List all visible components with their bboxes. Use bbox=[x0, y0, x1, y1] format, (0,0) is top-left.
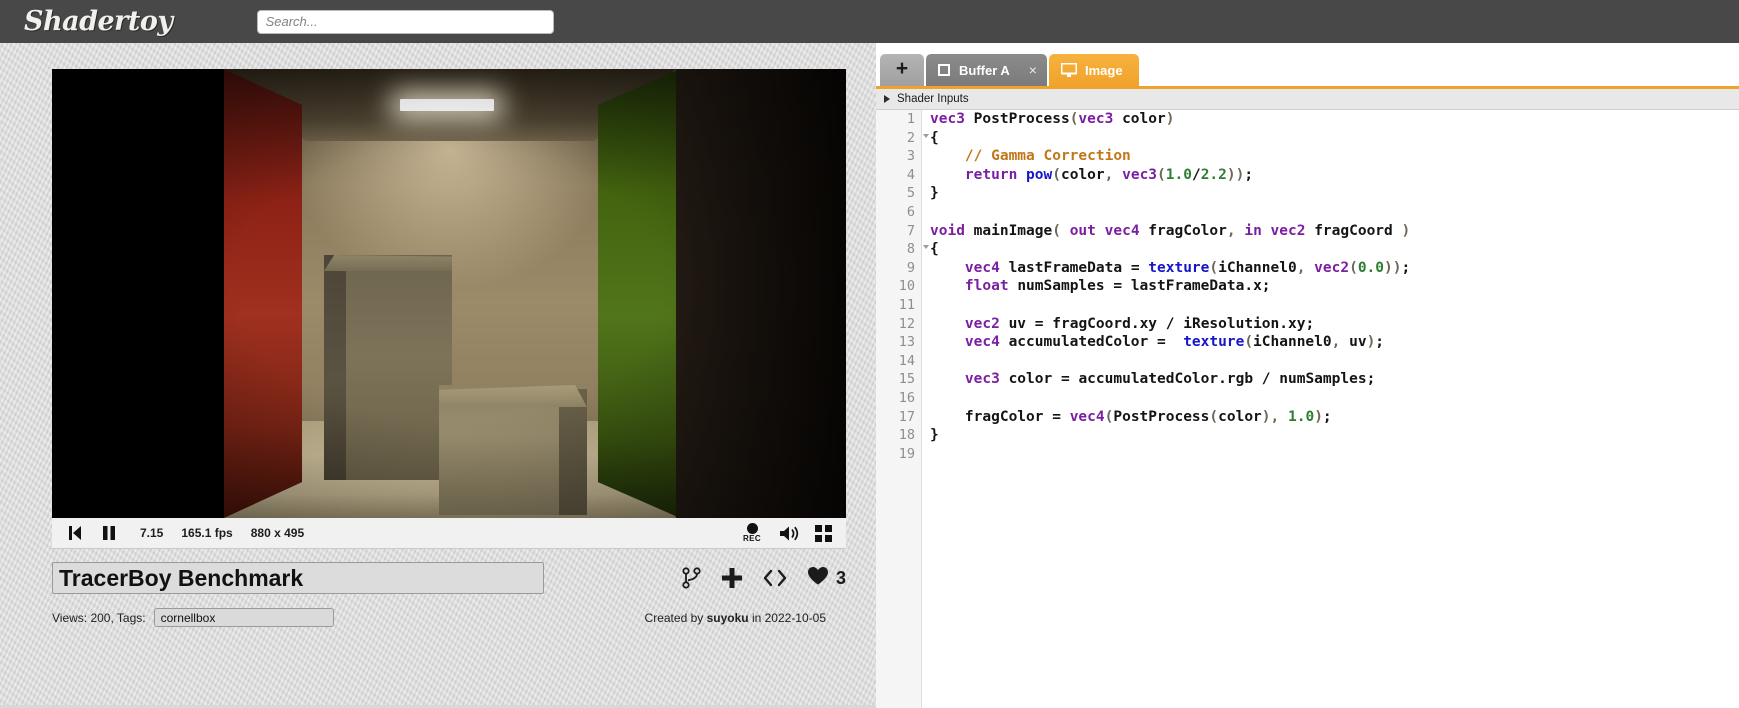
line-number: 4 bbox=[906, 166, 915, 183]
tab-image-label: Image bbox=[1084, 62, 1123, 78]
line-number: 10 bbox=[898, 278, 915, 295]
cornell-box-render bbox=[52, 69, 846, 518]
code-line: vec4 accumulatedColor = texture(iChannel… bbox=[964, 334, 1385, 351]
shadertoy-logo[interactable]: Shadertoy bbox=[24, 6, 173, 37]
plus-icon[interactable] bbox=[721, 567, 743, 589]
shader-panel: 7.15 165.1 fps 880 x 495 REC TracerBoy B… bbox=[52, 69, 846, 627]
line-number: 7 bbox=[906, 222, 915, 239]
shader-inputs-label: Shader Inputs bbox=[897, 93, 969, 105]
line-number: 19 bbox=[898, 445, 915, 462]
code-brackets-icon[interactable] bbox=[763, 568, 787, 588]
title-row: 3 bbox=[52, 562, 846, 594]
fold-triangle-icon[interactable] bbox=[923, 133, 929, 138]
code-line: vec3 PostProcess(vec3 color) bbox=[930, 111, 1175, 127]
editor-panel: + Buffer A × Image Shader Inputs 1 2 3 4… bbox=[876, 43, 1739, 708]
tag-input[interactable] bbox=[153, 608, 334, 627]
shader-canvas[interactable] bbox=[52, 69, 846, 518]
editor-tabstrip: + Buffer A × Image bbox=[876, 43, 1739, 86]
line-number: 13 bbox=[898, 334, 915, 351]
record-label: REC bbox=[742, 534, 762, 543]
shader-title-input[interactable] bbox=[52, 562, 544, 594]
line-number: 6 bbox=[906, 203, 915, 220]
code-line: { bbox=[930, 241, 939, 258]
shader-actions: 3 bbox=[682, 566, 846, 591]
close-icon[interactable]: × bbox=[1029, 62, 1037, 78]
fullscreen-icon[interactable] bbox=[806, 524, 840, 542]
line-number: 2 bbox=[876, 129, 929, 148]
author-credit: Created by suyoku in 2022-10-05 bbox=[645, 611, 846, 625]
code-line: } bbox=[930, 185, 939, 202]
line-number: 9 bbox=[906, 259, 915, 276]
line-number: 14 bbox=[898, 352, 915, 369]
code-line: { bbox=[930, 129, 939, 146]
monitor-icon bbox=[1060, 62, 1077, 78]
search-container bbox=[256, 9, 554, 34]
tab-image[interactable]: Image bbox=[1048, 54, 1139, 86]
code-line: return pow(color, vec3(1.0/2.2)); bbox=[964, 166, 1254, 183]
fork-icon[interactable] bbox=[682, 567, 701, 589]
square-icon bbox=[938, 64, 950, 76]
author-name[interactable]: suyoku bbox=[707, 611, 749, 625]
credit-suffix: in 2022-10-05 bbox=[748, 610, 826, 625]
line-number-gutter: 1 2 3 4 5 6 7 8 9 10 11 12 13 14 15 16 17 18 19 bbox=[876, 110, 929, 708]
tab-buffer-a[interactable]: Buffer A × bbox=[926, 54, 1047, 86]
code-line: vec3 color = accumulatedColor.rgb / numS… bbox=[964, 371, 1376, 388]
resolution-readout: 880 x 495 bbox=[250, 526, 305, 540]
record-dot-icon bbox=[746, 523, 758, 534]
add-tab-button[interactable]: + bbox=[880, 54, 924, 86]
code-line: vec2 uv = fragCoord.xy / iResolution.xy; bbox=[964, 315, 1315, 332]
skip-back-icon[interactable] bbox=[62, 521, 88, 545]
code-content: vec3 PostProcess(vec3 color) { // Gamma C… bbox=[930, 110, 1739, 463]
line-number: 17 bbox=[898, 408, 915, 425]
line-number: 8 bbox=[876, 240, 929, 259]
playback-time: 7.15 bbox=[140, 526, 164, 540]
line-number: 1 bbox=[906, 111, 915, 127]
page-body: 7.15 165.1 fps 880 x 495 REC TracerBoy B… bbox=[0, 43, 1739, 708]
line-number: 18 bbox=[898, 427, 915, 444]
code-editor[interactable]: 1 2 3 4 5 6 7 8 9 10 11 12 13 14 15 16 17 18 19 vec3 PostP… bbox=[876, 110, 1739, 708]
like-button[interactable]: 3 bbox=[807, 566, 846, 591]
code-line: float numSamples = lastFrameData.x; bbox=[964, 278, 1271, 295]
code-line: vec4 lastFrameData = texture(iChannel0, … bbox=[964, 259, 1411, 276]
line-number: 12 bbox=[898, 315, 915, 332]
tab-buffer-a-label: Buffer A bbox=[959, 62, 1010, 78]
search-input[interactable] bbox=[256, 9, 554, 34]
line-number: 11 bbox=[898, 296, 915, 313]
heart-icon bbox=[807, 566, 829, 591]
pause-icon[interactable] bbox=[96, 521, 122, 545]
code-line: // Gamma Correction bbox=[964, 148, 1131, 165]
player-toolbar: 7.15 165.1 fps 880 x 495 REC bbox=[52, 518, 846, 549]
code-line: void mainImage( out vec4 fragColor, in v… bbox=[930, 222, 1411, 239]
code-line: } bbox=[930, 427, 939, 444]
like-count: 3 bbox=[835, 567, 846, 588]
code-line: fragColor = vec4(PostProcess(color), 1.0… bbox=[964, 408, 1332, 425]
speaker-icon[interactable] bbox=[772, 525, 806, 542]
record-button[interactable]: REC bbox=[736, 523, 768, 543]
render-vignette bbox=[52, 69, 846, 518]
line-number: 16 bbox=[898, 389, 915, 406]
fold-triangle-icon[interactable] bbox=[923, 245, 929, 250]
views-and-tags-label: Views: 200, Tags: bbox=[52, 610, 146, 625]
chevron-right-icon bbox=[884, 95, 890, 103]
shader-inputs-toggle[interactable]: Shader Inputs bbox=[876, 89, 1739, 110]
line-number: 3 bbox=[906, 148, 915, 165]
credit-prefix: Created by bbox=[644, 610, 707, 625]
line-number: 5 bbox=[906, 185, 915, 202]
line-number: 15 bbox=[898, 371, 915, 388]
site-header: Shadertoy bbox=[0, 0, 1739, 43]
fps-readout: 165.1 fps bbox=[181, 526, 233, 540]
shader-meta-row: Views: 200, Tags: Created by suyoku in 2… bbox=[52, 608, 846, 627]
